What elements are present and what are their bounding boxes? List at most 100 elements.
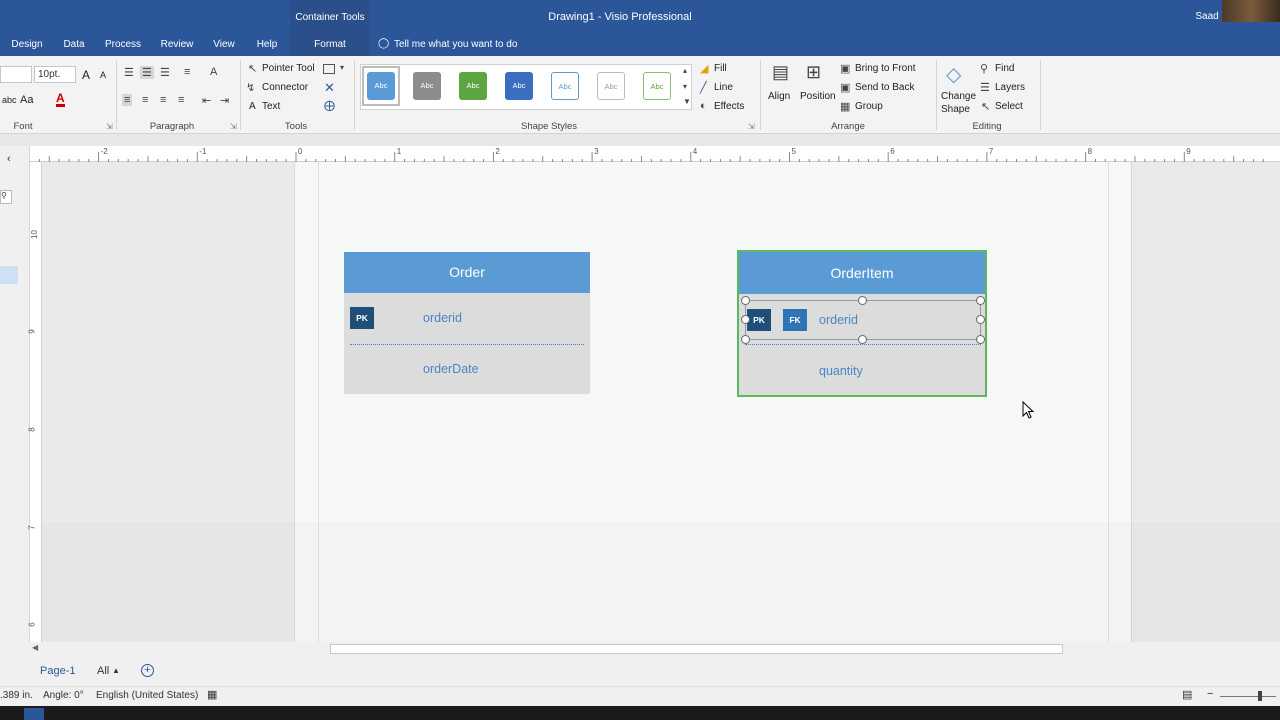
user-avatar[interactable] [1222,0,1280,22]
field-quantity[interactable]: quantity [819,364,863,378]
bullets-icon[interactable]: ≡ [184,66,190,78]
resize-handle[interactable] [976,315,985,324]
orderitem-entity[interactable]: OrderItem PK FK orderid quantity [737,250,987,397]
resize-handle[interactable] [741,315,750,324]
gallery-scroll-down-icon[interactable]: ▾ [683,82,687,91]
ruler-label: 1 [396,147,402,156]
style-swatch-dark-blue[interactable]: Abc [505,72,533,100]
resize-handle[interactable] [741,296,750,305]
rectangle-tool-icon[interactable] [323,64,335,74]
scrollbar-thumb[interactable] [330,644,1063,654]
add-page-icon[interactable]: + [141,664,154,677]
style-swatch-outline-blue[interactable]: Abc [551,72,579,100]
zoom-slider[interactable] [1220,696,1276,697]
position-button[interactable]: Position [800,91,836,102]
font-name-dropdown[interactable] [0,66,32,83]
bring-to-front-button[interactable]: Bring to Front [855,63,916,74]
zoom-out-icon[interactable]: − [1207,688,1213,700]
effects-button[interactable]: Effects [714,101,744,112]
page-tab-page-1[interactable]: Page-1 [40,665,75,677]
resize-handle[interactable] [858,335,867,344]
select-button[interactable]: Select [995,101,1023,112]
text-tool-button[interactable]: Text [262,101,280,112]
decrease-indent-icon[interactable]: ⇤ [202,94,211,107]
shapes-pane-selected-item[interactable] [0,266,18,284]
find-button[interactable]: Find [995,63,1014,74]
resize-handle[interactable] [741,335,750,344]
align-left-icon[interactable]: ≡ [122,94,133,106]
ruler-label: 4 [692,147,698,156]
divider [240,60,241,130]
change-shape-button-line2[interactable]: Shape [941,104,970,115]
all-pages-button[interactable]: All [97,665,109,677]
connector-button[interactable]: Connector [262,82,308,93]
text-tool-glyph: A [249,101,256,112]
ruler-label: 5 [791,147,796,156]
strikethrough-button[interactable]: abc [2,95,17,105]
shape-styles-launcher-icon[interactable]: ⇲ [748,122,755,131]
line-button[interactable]: Line [714,82,733,93]
paragraph-launcher-icon[interactable]: ⇲ [230,122,237,131]
style-swatch-gray[interactable]: Abc [413,72,441,100]
search-icon[interactable]: ⚲ [0,190,12,204]
field-orderdate[interactable]: orderDate [423,362,479,376]
group-button[interactable]: Group [855,101,883,112]
font-color-button[interactable]: A [56,92,65,107]
tab-review[interactable]: Review [154,34,200,56]
gallery-scroll-up-icon[interactable]: ▴ [683,66,687,75]
visio-taskbar-icon[interactable] [24,708,44,720]
order-entity[interactable]: Order PK orderid orderDate [344,252,590,394]
tab-format[interactable]: Format [290,34,370,56]
align-button[interactable]: Align [768,91,790,102]
layers-button[interactable]: Layers [995,82,1025,93]
resize-handle[interactable] [858,296,867,305]
style-swatch-blue[interactable]: Abc [367,72,395,100]
font-size-dropdown[interactable]: 10pt. [34,66,76,83]
send-to-back-button[interactable]: Send to Back [855,82,914,93]
fill-button[interactable]: Fill [714,63,727,74]
chevron-up-icon[interactable]: ▲ [112,666,120,675]
resize-handle[interactable] [976,296,985,305]
align-center-icon[interactable]: ≡ [142,94,148,106]
align-right-icon[interactable]: ≡ [160,94,166,106]
pointer-tool-button[interactable]: Pointer Tool [262,63,315,74]
zoom-slider-thumb[interactable] [1258,691,1262,701]
field-orderid[interactable]: orderid [819,313,858,327]
entity-title[interactable]: Order [344,252,590,293]
chevron-down-icon[interactable]: ▾ [340,63,344,72]
status-language[interactable]: English (United States) [96,690,198,701]
entity-title[interactable]: OrderItem [739,252,985,294]
connection-point-icon[interactable]: ⨁ [324,99,335,112]
justify-icon[interactable]: ≡ [178,94,184,106]
resize-handle[interactable] [976,335,985,344]
font-launcher-icon[interactable]: ⇲ [106,122,113,131]
align-bottom-icon[interactable]: ☰ [160,66,170,79]
divider [760,60,761,130]
tab-design[interactable]: Design [4,34,50,56]
macro-record-icon[interactable]: ▦ [207,688,217,701]
field-orderid[interactable]: orderid [423,311,462,325]
rotate-text-icon[interactable]: A [210,66,217,78]
style-swatch-green[interactable]: Abc [459,72,487,100]
grow-font-button[interactable]: A [82,68,90,82]
align-middle-icon[interactable]: ☰ [140,66,154,79]
divider [116,60,117,130]
shrink-font-button[interactable]: A [100,70,106,80]
align-top-icon[interactable]: ☰ [124,66,134,79]
style-swatch-outline-gray[interactable]: Abc [597,72,625,100]
tab-help[interactable]: Help [250,34,284,56]
tab-view[interactable]: View [208,34,240,56]
style-swatch-outline-green[interactable]: Abc [643,72,671,100]
tell-me-box[interactable]: Tell me what you want to do [394,39,517,50]
chevron-left-icon[interactable]: ‹ [7,153,11,165]
gallery-more-icon[interactable]: ▼ [683,97,691,106]
tab-process[interactable]: Process [100,34,146,56]
change-case-button[interactable]: Aa [20,94,33,106]
tab-data[interactable]: Data [56,34,92,56]
presentation-mode-icon[interactable]: ▤ [1182,688,1192,701]
pointer-icon: ↖ [248,63,258,75]
change-shape-button[interactable]: Change [941,91,976,102]
scroll-left-icon[interactable]: ◀ [32,643,38,652]
close-icon[interactable]: ✕ [324,80,335,96]
increase-indent-icon[interactable]: ⇥ [220,94,229,107]
